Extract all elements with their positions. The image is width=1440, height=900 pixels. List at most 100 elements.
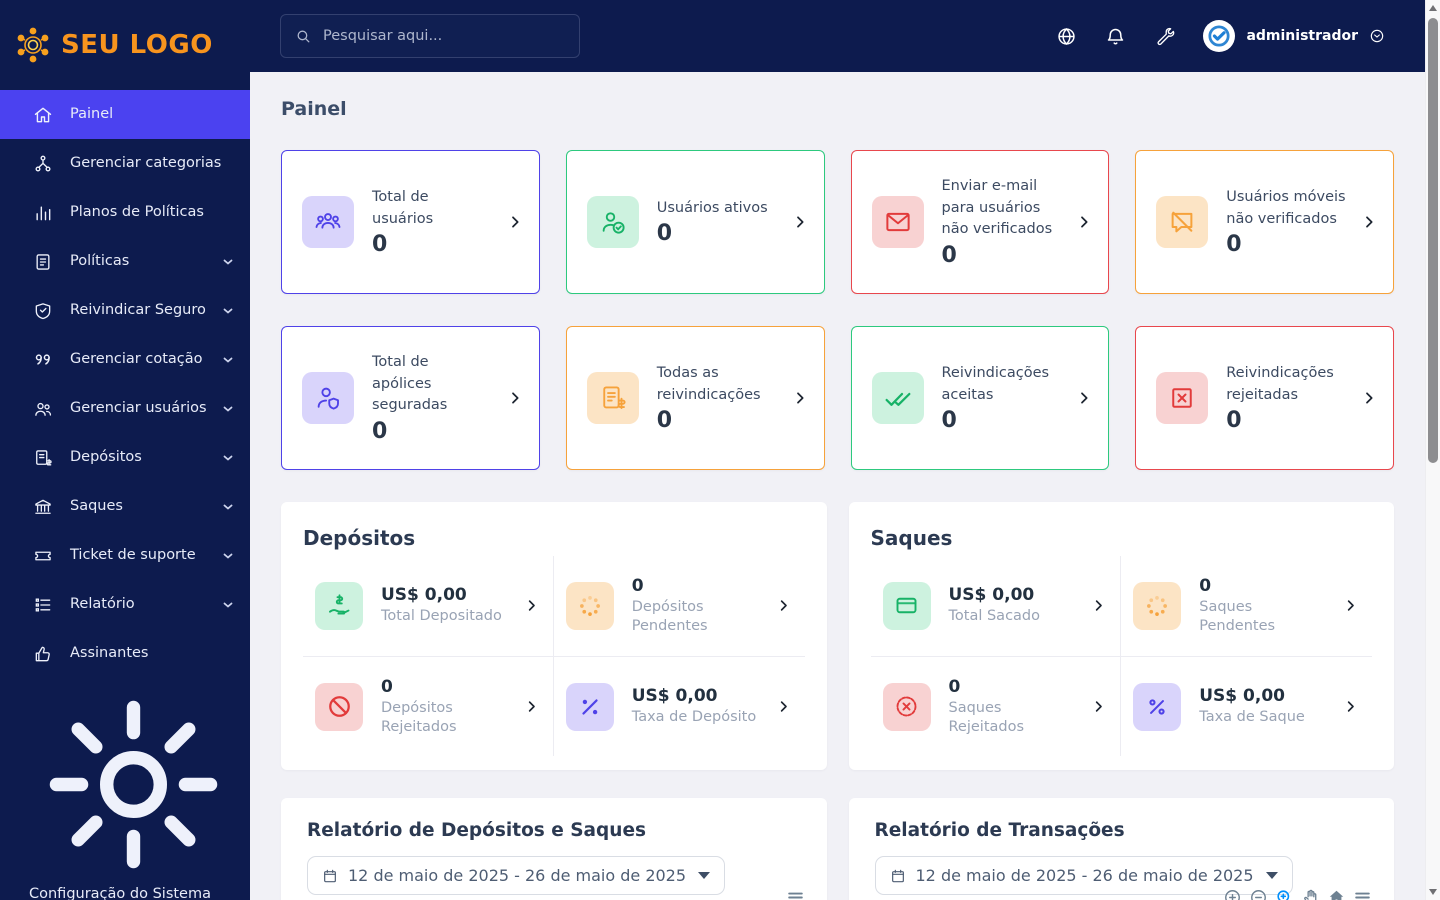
spinner-icon <box>1133 581 1182 630</box>
wrench-icon[interactable] <box>1154 26 1175 47</box>
date-range-picker[interactable]: 12 de maio de 2025 - 26 de maio de 2025 <box>307 856 726 896</box>
stat-card-total-usuarios[interactable]: Total de usuários 0 <box>281 150 540 294</box>
percent-icon <box>565 682 614 731</box>
pan-icon[interactable] <box>1301 888 1320 900</box>
zoom-out-icon[interactable] <box>1249 888 1268 900</box>
stat-card-label: Usuários ativos <box>656 199 768 216</box>
withdrawal-stat-value: US$ 0,00 <box>1199 686 1285 707</box>
x-square-icon <box>1156 372 1209 424</box>
menu-icon[interactable] <box>1353 888 1372 900</box>
sidebar-item-relatorio[interactable]: Relatório <box>0 580 250 629</box>
menu-icon[interactable] <box>786 888 805 900</box>
scrollbar-thumb[interactable] <box>1428 18 1438 463</box>
withdrawal-stat-taxa[interactable]: US$ 0,00 Taxa de Saque <box>1121 657 1372 757</box>
deposit-stat-taxa[interactable]: US$ 0,00 Taxa de Depósito <box>554 657 805 757</box>
sidebar-item-gerenciar-cotacao[interactable]: Gerenciar cotação <box>0 335 250 384</box>
withdrawals-panel: Saques US$ 0,00 Total Sacado 0 Saques Pe… <box>848 502 1394 771</box>
bell-icon[interactable] <box>1105 26 1126 47</box>
stat-card-label: Reivindicações aceitas <box>941 364 1050 403</box>
sidebar-item-assinantes[interactable]: Assinantes <box>0 629 250 678</box>
stat-card-label: Total de usuários <box>372 188 434 227</box>
sidebar-item-gerenciar-usuarios[interactable]: Gerenciar usuários <box>0 384 250 433</box>
sidebar: SEU LOGO Painel Gerenciar categorias Pla… <box>0 0 250 900</box>
stat-card-moveis-nao-verificados[interactable]: Usuários móveis não verificados 0 <box>1135 150 1394 294</box>
withdrawal-stat-label: Saques Pendentes <box>1199 599 1276 634</box>
deposit-stat-total-depositado[interactable]: US$ 0,00 Total Depositado <box>303 556 554 657</box>
search-box[interactable] <box>280 14 580 58</box>
comment-slash-icon <box>1156 196 1209 248</box>
chevron-right-icon <box>776 598 791 613</box>
deposit-stat-label: Depósitos Pendentes <box>631 599 708 634</box>
deposit-stat-value: US$ 0,00 <box>381 585 467 606</box>
sidebar-item-planos-de-politicas[interactable]: Planos de Políticas <box>0 188 250 237</box>
deposit-stat-rejeitados[interactable]: 0 Depósitos Rejeitados <box>303 656 554 757</box>
globe-icon[interactable] <box>1056 26 1077 47</box>
stat-card-email-nao-verificados[interactable]: Enviar e-mail para usuários não verifica… <box>850 150 1110 294</box>
stat-card-todas-reivindicacoes[interactable]: Todas as reivindicações 0 <box>565 326 825 470</box>
stat-card-value: 0 <box>941 243 957 269</box>
sidebar-item-politicas[interactable]: Políticas <box>0 237 250 286</box>
caret-down-icon <box>1265 872 1278 880</box>
ticket-icon <box>33 546 53 566</box>
deposit-stat-label: Taxa de Depósito <box>631 709 757 726</box>
report-transactions: Relatório de Transações 12 de maio de 20… <box>848 798 1394 900</box>
gear-icon <box>33 684 234 885</box>
sidebar-item-saques[interactable]: Saques <box>0 482 250 531</box>
withdrawal-stat-pendentes[interactable]: 0 Saques Pendentes <box>1121 556 1372 657</box>
search-input[interactable] <box>323 28 553 44</box>
scrollbar[interactable] <box>1425 0 1440 900</box>
stat-card-apolices-seguradas[interactable]: Total de apólices seguradas 0 <box>281 326 540 470</box>
chevron-right-icon <box>1343 598 1358 613</box>
logo-text: SEU LOGO <box>61 30 213 60</box>
sidebar-item-configuracao-do-sistema[interactable]: Configuração do Sistema <box>0 678 250 900</box>
stat-card-value: 0 <box>1226 408 1242 434</box>
username: administrador <box>1246 28 1358 44</box>
x-circle-icon <box>882 682 931 731</box>
credit-card-icon <box>882 581 931 630</box>
scroll-down-arrow[interactable] <box>1429 889 1437 895</box>
user-menu[interactable]: administrador <box>1203 20 1385 52</box>
sidebar-item-gerenciar-categorias[interactable]: Gerenciar categorias <box>0 139 250 188</box>
quote-icon <box>33 350 53 370</box>
logo[interactable]: SEU LOGO <box>0 0 250 90</box>
list-icon <box>33 595 53 615</box>
users-icon <box>33 399 53 419</box>
chevron-down-icon <box>222 305 234 317</box>
sitemap-icon <box>33 154 53 174</box>
stat-card-reivindicacoes-rejeitadas[interactable]: Reivindicações rejeitadas 0 <box>1135 326 1394 470</box>
chevron-right-icon <box>1091 598 1106 613</box>
date-range-text: 12 de maio de 2025 - 26 de maio de 2025 <box>915 866 1254 886</box>
deposit-stat-value: US$ 0,00 <box>631 686 718 707</box>
stat-card-value: 0 <box>941 408 957 434</box>
envelope-icon <box>871 196 924 248</box>
stat-card-usuarios-ativos[interactable]: Usuários ativos 0 <box>565 150 825 294</box>
chevron-right-icon <box>1361 390 1377 406</box>
withdrawal-stat-rejeitados[interactable]: 0 Saques Rejeitados <box>871 656 1122 757</box>
stat-card-value: 0 <box>656 221 673 247</box>
stat-card-value: 0 <box>1226 232 1242 258</box>
sidebar-item-depositos[interactable]: Depósitos <box>0 433 250 482</box>
bank-icon <box>33 497 53 517</box>
user-shield-icon <box>302 372 354 424</box>
deposit-stat-value: 0 <box>631 576 644 596</box>
search-icon <box>295 28 312 45</box>
zoom-in-icon[interactable] <box>1223 888 1242 900</box>
sidebar-item-reivindicar-seguro[interactable]: Reivindicar Seguro <box>0 286 250 335</box>
deposit-stat-pendentes[interactable]: 0 Depósitos Pendentes <box>553 556 805 657</box>
sidebar-item-painel[interactable]: Painel <box>0 90 250 139</box>
calendar-icon <box>890 868 906 884</box>
main-content: Painel Total de usuários 0 Usuários ativ… <box>250 72 1425 900</box>
deposits-panel-title: Depósitos <box>303 526 416 550</box>
selection-zoom-icon[interactable] <box>1275 888 1294 900</box>
home-reset-icon[interactable] <box>1327 888 1346 900</box>
stat-card-value: 0 <box>372 232 388 258</box>
stat-card-reivindicacoes-aceitas[interactable]: Reivindicações aceitas 0 <box>850 326 1110 470</box>
stat-cards-grid: Total de usuários 0 Usuários ativos 0 En… <box>281 150 1394 470</box>
deposit-stat-label: Depósitos Rejeitados <box>381 699 457 735</box>
scroll-up-arrow[interactable] <box>1429 5 1437 11</box>
sidebar-item-ticket-de-suporte[interactable]: Ticket de suporte <box>0 531 250 580</box>
withdrawal-stat-total-sacado[interactable]: US$ 0,00 Total Sacado <box>870 556 1122 657</box>
stat-card-label: Total de apólices seguradas <box>372 353 448 414</box>
chevron-right-icon <box>1343 699 1358 714</box>
users-group-icon <box>302 196 354 248</box>
